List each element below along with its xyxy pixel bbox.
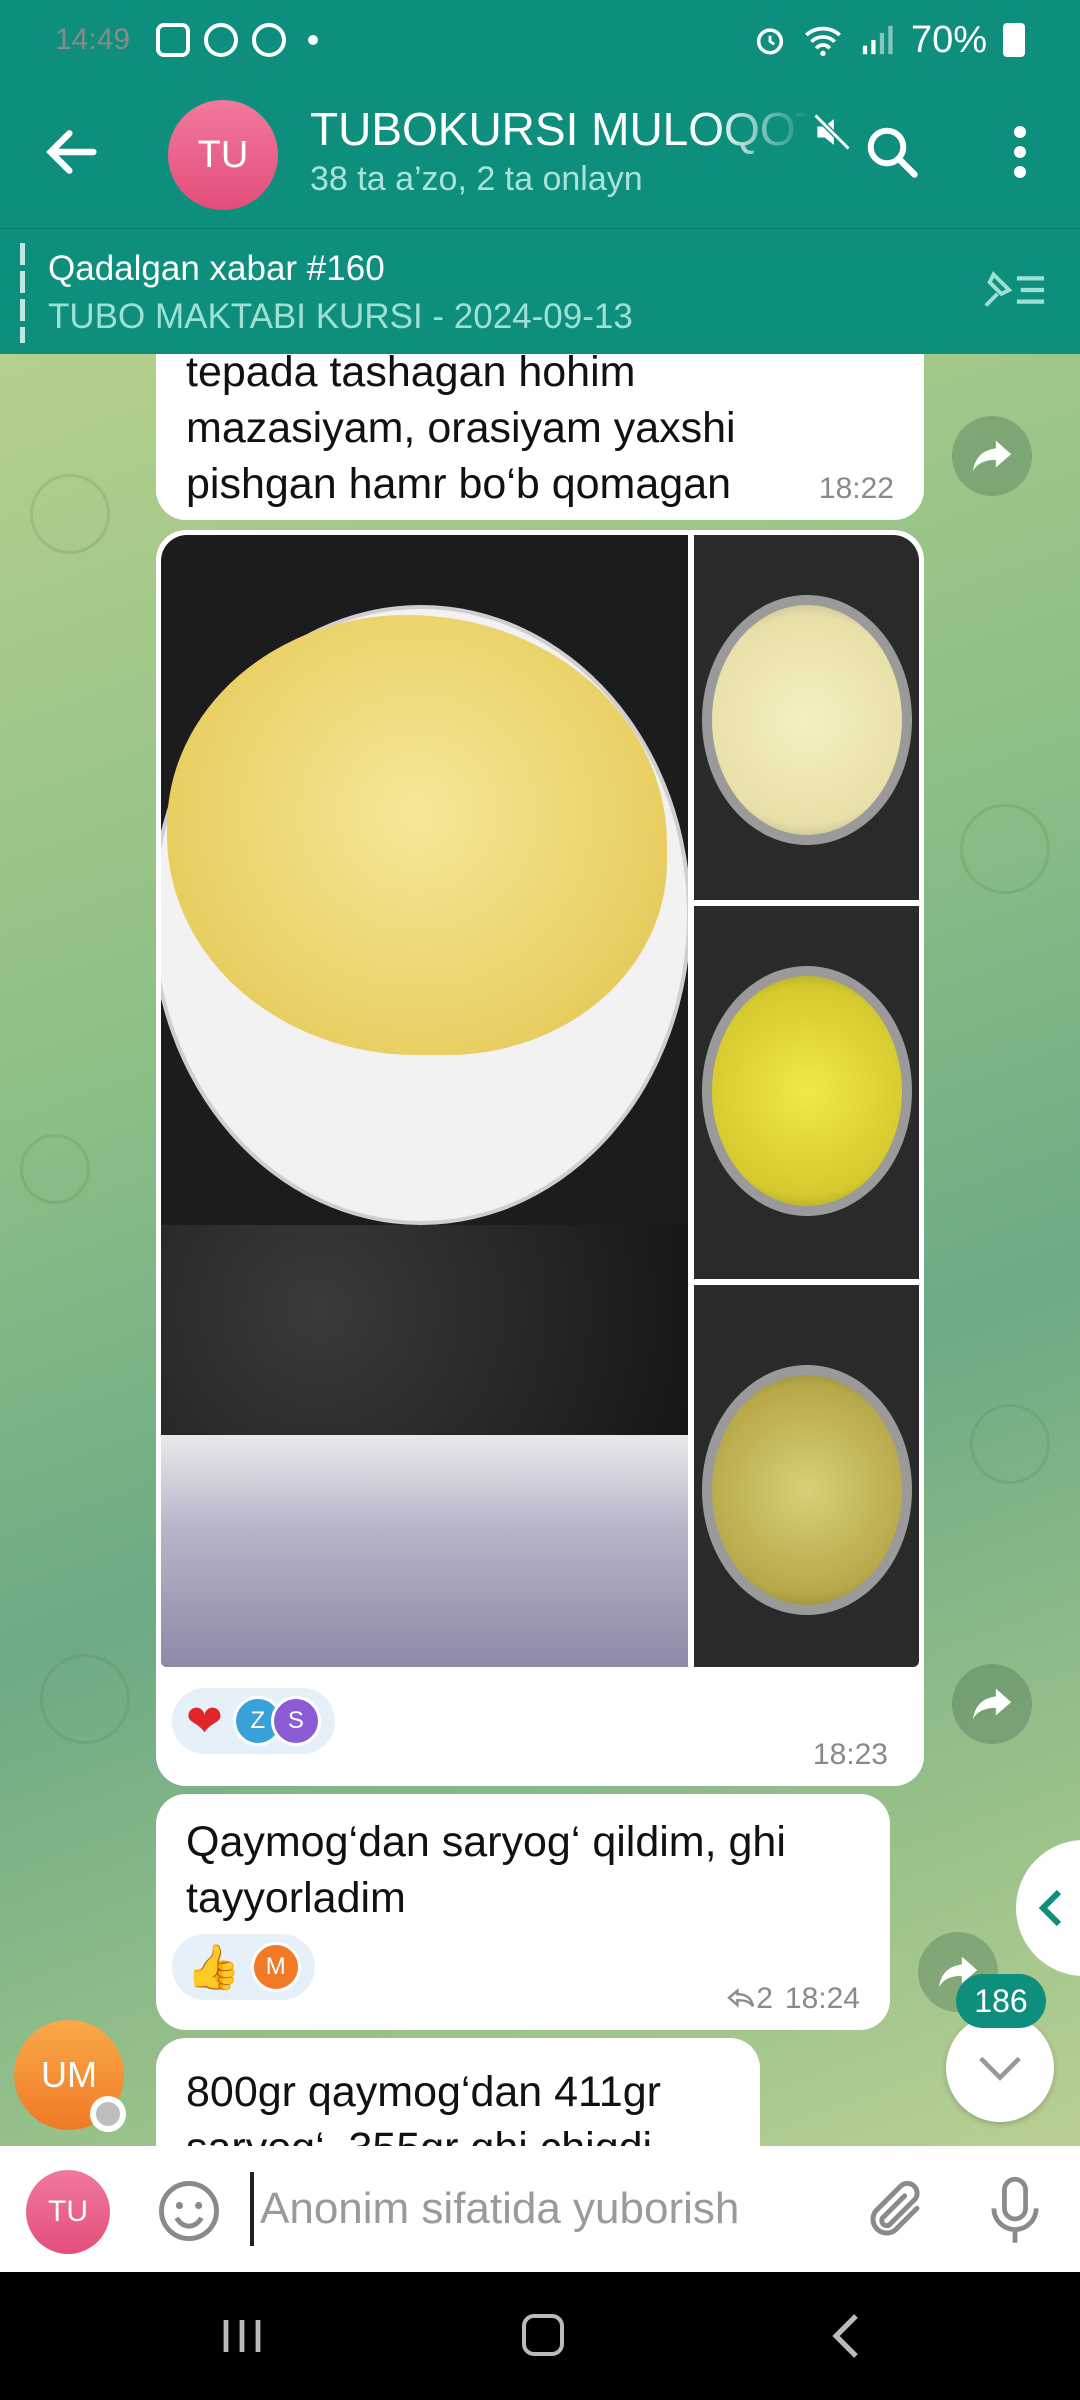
send-as-avatar[interactable]: TU: [26, 2170, 110, 2254]
message-bubble[interactable]: tepada tashagan hohim mazasiyam, orasiya…: [156, 354, 924, 520]
photo-pot-melting[interactable]: [694, 906, 919, 1279]
reactions-bar[interactable]: 👍 M: [172, 1934, 315, 2000]
thumbs-up-reaction-icon[interactable]: 👍: [186, 1941, 241, 1993]
wallpaper-doodle: [40, 1654, 130, 1744]
reactions-bar[interactable]: ❤ Z S: [172, 1688, 335, 1754]
home-icon[interactable]: [522, 2314, 564, 2356]
photo-butter-plate[interactable]: [161, 535, 688, 1667]
emoji-icon[interactable]: [156, 2178, 222, 2244]
alarm-icon: [756, 28, 784, 55]
heart-reaction-icon[interactable]: ❤: [186, 1696, 223, 1747]
attach-icon[interactable]: [862, 2178, 928, 2244]
sync-notification-icon: [252, 23, 287, 57]
chevron-down-icon: [979, 2056, 1021, 2081]
pinned-title: Qadalgan xabar #160: [48, 249, 385, 288]
wifi-icon: [805, 26, 841, 56]
microphone-icon[interactable]: [985, 2174, 1045, 2248]
pot-shape: [702, 1365, 912, 1615]
more-notifications-dot-icon: [308, 35, 319, 45]
forward-button[interactable]: [952, 416, 1032, 496]
photo-pot-ghee[interactable]: [694, 1285, 919, 1667]
message-text: tepada tashagan hohim mazasiyam, orasiya…: [186, 354, 736, 508]
group-member-count: 38 ta a’zo, 2 ta onlayn: [310, 160, 643, 198]
forward-arrow-icon: [972, 1688, 1012, 1720]
wallpaper-doodle: [20, 1134, 90, 1204]
signal-icon: [862, 25, 893, 55]
more-options-icon[interactable]: [1000, 122, 1040, 182]
message-time: 18:24: [784, 1982, 860, 2015]
status-bar: 14:49 70%: [0, 0, 1080, 80]
cloth-shape: [161, 1435, 688, 1667]
wallpaper-doodle: [970, 1404, 1050, 1484]
battery-icon: [1003, 23, 1025, 57]
message-bubble[interactable]: 800gr qaymog‘dan 411gr saryog‘, 355gr gh…: [156, 2038, 760, 2146]
reply-count[interactable]: 2: [756, 1982, 773, 2016]
forward-button[interactable]: [952, 1664, 1032, 1744]
battery-percent: 70%: [910, 18, 987, 61]
chevron-left-icon: [1038, 1889, 1062, 1927]
forward-arrow-icon: [972, 440, 1012, 472]
messenger-notification-icon: [204, 23, 239, 57]
reactor-avatar: M: [250, 1942, 301, 1992]
pot-shape: [702, 595, 912, 845]
group-title[interactable]: TUBOKURSI MULOQOTI: [310, 102, 810, 156]
photo-album-bubble[interactable]: ❤ Z S 18:23: [156, 530, 924, 1786]
pinned-list-icon[interactable]: [978, 265, 1048, 315]
pinned-text: TUBO MAKTABI KURSI - 2024-09-13: [48, 297, 633, 336]
status-time: 14:49: [55, 23, 131, 56]
recent-apps-icon[interactable]: [220, 2316, 264, 2356]
gallery-notification-icon: [156, 23, 191, 57]
group-avatar[interactable]: TU: [168, 100, 278, 210]
message-input-bar: TU: [0, 2146, 1080, 2272]
message-input[interactable]: [250, 2172, 810, 2246]
muted-speaker-icon: [813, 113, 851, 151]
search-icon[interactable]: [862, 122, 922, 182]
pinned-message-bar[interactable]: Qadalgan xabar #160 TUBO MAKTABI KURSI -…: [0, 228, 1080, 354]
chat-header: TU TUBOKURSI MULOQOTI 38 ta a’zo, 2 ta o…: [0, 80, 1080, 228]
unread-count-badge[interactable]: 186: [956, 1974, 1046, 2028]
wallpaper-doodle: [960, 804, 1050, 894]
message-time: 18:22: [818, 472, 894, 505]
pinned-indicator: [20, 243, 25, 343]
message-bubble[interactable]: Qaymog‘dan saryog‘ qildim, ghi tayyorlad…: [156, 1794, 890, 2030]
photo-pot-cream[interactable]: [694, 535, 919, 900]
message-text: Qaymog‘dan saryog‘ qildim, ghi tayyorlad…: [186, 1818, 786, 1922]
pot-shape: [702, 966, 912, 1216]
back-icon[interactable]: [826, 2312, 866, 2360]
reply-icon: [727, 1987, 755, 2008]
message-time: 18:23: [812, 1738, 888, 1771]
back-arrow-icon[interactable]: [40, 120, 104, 184]
message-text: 800gr qaymog‘dan 411gr saryog‘, 355gr gh…: [186, 2068, 661, 2146]
message-meta: 2 18:24: [726, 1982, 860, 2016]
system-nav-bar: [0, 2272, 1080, 2400]
chat-area[interactable]: tepada tashagan hohim mazasiyam, orasiya…: [0, 354, 1080, 2146]
status-dot: [90, 2096, 126, 2132]
scroll-to-bottom-button[interactable]: [946, 2014, 1054, 2122]
wallpaper-doodle: [30, 474, 110, 554]
reactor-avatar: S: [270, 1696, 321, 1746]
countertop-shape: [161, 1225, 688, 1435]
side-panel-tab[interactable]: [1016, 1840, 1080, 1976]
